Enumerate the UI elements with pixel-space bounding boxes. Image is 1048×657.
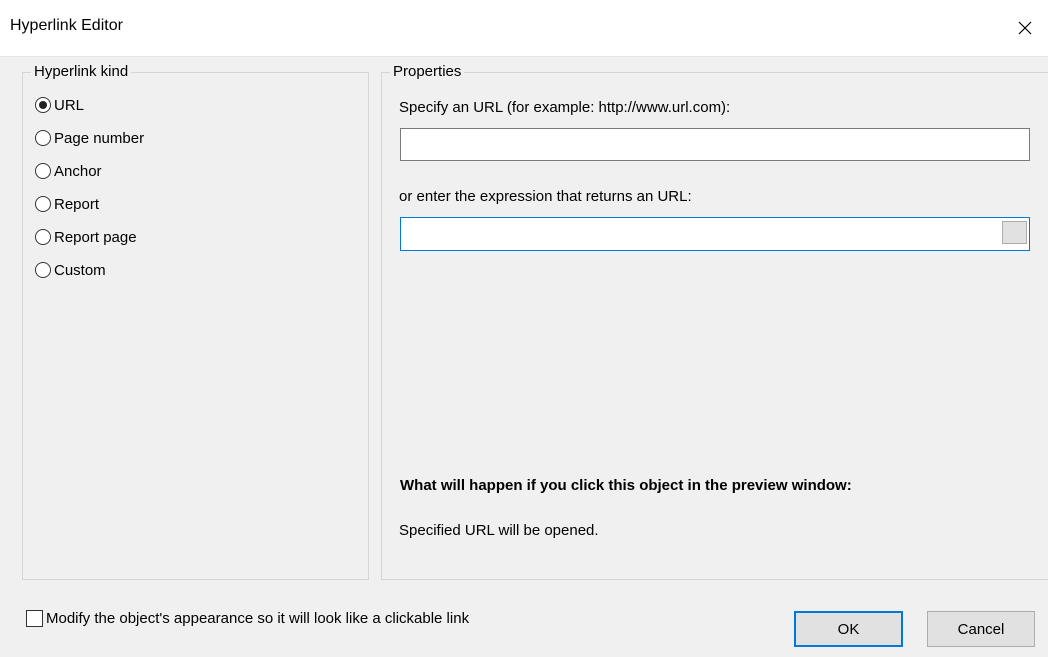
clickable-link-checkbox[interactable] <box>26 610 43 627</box>
expression-editor-button[interactable] <box>1002 221 1027 244</box>
radio-url[interactable]: URL <box>35 94 84 116</box>
radio-page-number[interactable]: Page number <box>35 127 144 149</box>
radio-button[interactable] <box>35 262 51 278</box>
radio-label-url: URL <box>54 96 85 114</box>
cancel-button[interactable]: Cancel <box>927 611 1035 647</box>
clickable-link-label: Modify the object's appearance so it wil… <box>46 610 470 627</box>
title-bar: Hyperlink Editor <box>0 0 1048 57</box>
url-prompt: Specify an URL (for example: http://www.… <box>399 99 731 116</box>
radio-label-anchor: Anchor <box>54 162 102 180</box>
radio-label-custom: Custom <box>54 261 106 279</box>
radio-anchor[interactable]: Anchor <box>35 160 102 182</box>
hyperlink-kind-group: Hyperlink kind URL Page number Anchor Re… <box>22 62 369 580</box>
radio-report[interactable]: Report <box>35 193 99 215</box>
radio-button[interactable] <box>35 163 51 179</box>
radio-report-page[interactable]: Report page <box>35 226 137 248</box>
hyperlink-kind-label: Hyperlink kind <box>31 62 132 82</box>
expression-field[interactable] <box>400 217 1030 251</box>
url-field[interactable] <box>400 128 1030 161</box>
radio-button[interactable] <box>35 196 51 212</box>
preview-text: Specified URL will be opened. <box>399 522 599 539</box>
window-title: Hyperlink Editor <box>10 17 123 34</box>
close-button[interactable] <box>1002 0 1048 56</box>
preview-heading: What will happen if you click this objec… <box>400 477 852 494</box>
radio-label-report-page: Report page <box>54 228 137 246</box>
expression-prompt: or enter the expression that returns an … <box>399 188 692 205</box>
radio-button[interactable] <box>35 130 51 146</box>
close-icon <box>1018 21 1032 35</box>
radio-button[interactable] <box>35 229 51 245</box>
expression-input[interactable] <box>401 218 1029 250</box>
radio-custom[interactable]: Custom <box>35 259 106 281</box>
ok-button[interactable]: OK <box>794 611 903 647</box>
clickable-link-option[interactable]: Modify the object's appearance so it wil… <box>26 610 469 627</box>
properties-label: Properties <box>390 62 465 82</box>
radio-label-report: Report <box>54 195 100 213</box>
properties-group: Properties Specify an URL (for example: … <box>381 62 1048 580</box>
radio-button-selected[interactable] <box>35 97 51 113</box>
url-input[interactable] <box>401 129 1029 160</box>
radio-label-page-number: Page number <box>54 129 145 147</box>
